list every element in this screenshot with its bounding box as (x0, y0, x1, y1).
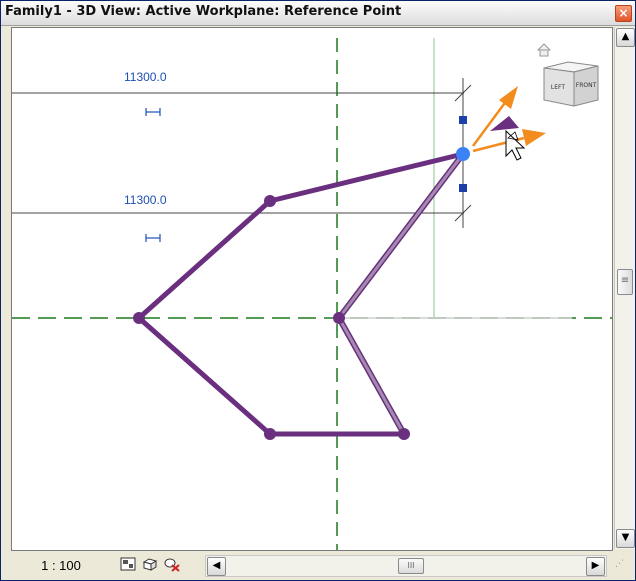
dimension-flip-icon[interactable] (145, 108, 161, 116)
view-control-bar: 1 : 100 ◀ III ▶ ⋰ (1, 551, 635, 580)
reference-line-highlight (337, 153, 465, 435)
horizontal-scrollbar[interactable]: ◀ III ▶ (205, 555, 607, 577)
dimension-flip-icon[interactable] (145, 234, 161, 242)
scroll-up-button[interactable]: ▲ (616, 28, 635, 47)
scroll-right-button[interactable]: ▶ (586, 557, 605, 576)
detail-level-icon[interactable] (119, 555, 137, 573)
reference-point[interactable] (333, 312, 345, 324)
vertical-scrollbar[interactable]: ▲ ≡ ▼ (614, 27, 635, 549)
viewcube-left-face[interactable]: LEFT (551, 84, 565, 91)
dimension-label-top[interactable]: 11300.0 (124, 70, 167, 84)
drag-grip[interactable] (459, 184, 467, 192)
drag-grip[interactable] (459, 116, 467, 124)
spline-polyline[interactable] (136, 151, 464, 437)
viewcube-front-face[interactable]: FRONT (576, 82, 597, 89)
thumb-grip: ≡ (620, 275, 630, 286)
horizontal-scroll-thumb[interactable]: III (398, 558, 424, 574)
reference-point[interactable] (398, 428, 410, 440)
reference-point[interactable] (133, 312, 145, 324)
reference-point[interactable] (264, 428, 276, 440)
home-icon[interactable] (536, 43, 552, 57)
viewcube[interactable]: LEFT FRONT (536, 43, 599, 107)
window-title: Family1 - 3D View: Active Workplane: Ref… (5, 4, 402, 19)
title-bar[interactable]: Family1 - 3D View: Active Workplane: Ref… (1, 1, 635, 26)
view-drawing: 11300.0 11300.0 LEFT FRONT (12, 38, 612, 550)
family-editor-window: Family1 - 3D View: Active Workplane: Ref… (0, 0, 636, 581)
resize-grip-icon[interactable]: ⋰ (615, 559, 633, 577)
reference-point[interactable] (264, 195, 276, 207)
hide-isolate-icon[interactable] (163, 555, 181, 573)
vertical-scroll-thumb[interactable]: ≡ (617, 269, 633, 295)
view-scale[interactable]: 1 : 100 (21, 557, 101, 575)
selected-reference-point[interactable] (456, 147, 470, 161)
scroll-down-button[interactable]: ▼ (616, 529, 635, 548)
dimension-label-bottom[interactable]: 11300.0 (124, 193, 167, 207)
close-button[interactable]: × (615, 5, 632, 22)
3d-view-canvas[interactable]: 11300.0 11300.0 LEFT FRONT (11, 27, 613, 551)
scroll-left-button[interactable]: ◀ (207, 557, 226, 576)
visual-style-icon[interactable] (141, 555, 159, 573)
mouse-cursor-icon (505, 129, 526, 161)
